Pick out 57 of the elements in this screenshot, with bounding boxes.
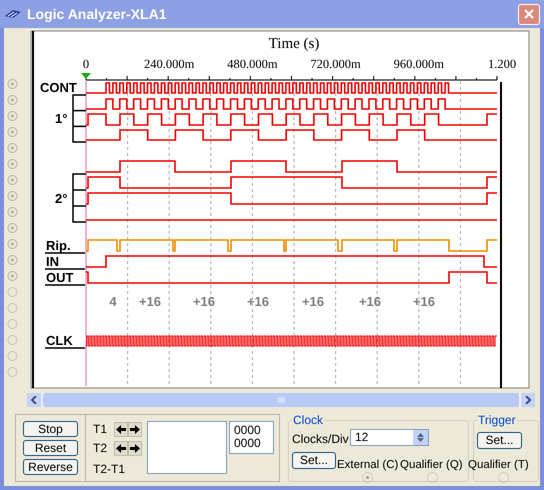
tick-label: 1.200 — [488, 57, 516, 71]
analyzer-button[interactable]: Reverse — [23, 459, 78, 475]
count-label: +16 — [138, 294, 162, 309]
trigger-marker-icon[interactable] — [81, 73, 91, 79]
app-icon — [4, 8, 22, 20]
channel-label: IN — [45, 254, 85, 270]
field-value: 12 — [354, 430, 370, 445]
analyzer-button[interactable]: Reset — [23, 440, 78, 456]
channel-label: CONT — [40, 80, 77, 95]
radio-button[interactable] — [498, 472, 509, 483]
channel-label: Rip. — [45, 238, 85, 254]
close-icon — [523, 8, 535, 20]
down-arrow-icon — [417, 438, 424, 442]
spin-buttons[interactable] — [413, 430, 428, 445]
up-arrow-icon — [417, 433, 424, 437]
count-label: +16 — [358, 294, 382, 309]
tick-label: 960.000m — [394, 57, 444, 71]
count-label: +16 — [246, 294, 270, 309]
channel-label: 2° — [55, 191, 68, 206]
scroll-left-button[interactable] — [27, 393, 41, 407]
group-bracket — [72, 173, 87, 223]
clocks-per-div-field[interactable]: 12 — [350, 429, 429, 446]
analyzer-button[interactable]: Stop — [23, 421, 78, 437]
tick-label: 720.000m — [310, 57, 361, 71]
tick-label: 0 — [82, 57, 90, 71]
move-left-button[interactable] — [114, 422, 128, 436]
count-label: +16 — [192, 294, 216, 309]
axis-title: Time (s) — [268, 36, 320, 52]
cursor-label: T1 — [93, 421, 108, 438]
grip-icon — [277, 397, 285, 403]
tick-label: 240.000m — [144, 57, 194, 71]
cursor-value: 0000 — [234, 424, 262, 437]
window-title: Logic Analyzer-XLA1 — [27, 4, 167, 24]
move-left-button[interactable] — [114, 440, 128, 456]
set-button[interactable]: Set... — [292, 452, 336, 469]
channel-label: OUT — [45, 270, 85, 286]
channel-label: CLK — [45, 333, 85, 349]
tick-label: 480.000m — [227, 57, 278, 71]
channel-label: 1° — [55, 111, 68, 126]
scroll-right-button[interactable] — [521, 393, 535, 407]
count-label: +16 — [412, 294, 436, 309]
group-bracket — [72, 94, 87, 143]
move-right-button[interactable] — [128, 422, 142, 436]
move-right-button[interactable] — [128, 440, 142, 456]
set-button[interactable]: Set... — [477, 432, 522, 449]
cursor-label: T2 — [93, 440, 108, 457]
field-label: Qualifier (Q) — [400, 458, 463, 473]
radio-button[interactable] — [427, 472, 438, 483]
count-label: +16 — [302, 294, 324, 309]
field-label: Qualifier (T) — [468, 458, 529, 473]
radio-button[interactable] — [362, 472, 373, 483]
count-label: 4 — [109, 294, 117, 309]
cursor-label: T2-T1 — [93, 461, 126, 478]
field-label: External (C) — [337, 458, 398, 473]
close-button[interactable] — [518, 4, 540, 24]
field-label: Clocks/Div — [292, 431, 349, 448]
cursor-value: 0000 — [234, 437, 262, 450]
